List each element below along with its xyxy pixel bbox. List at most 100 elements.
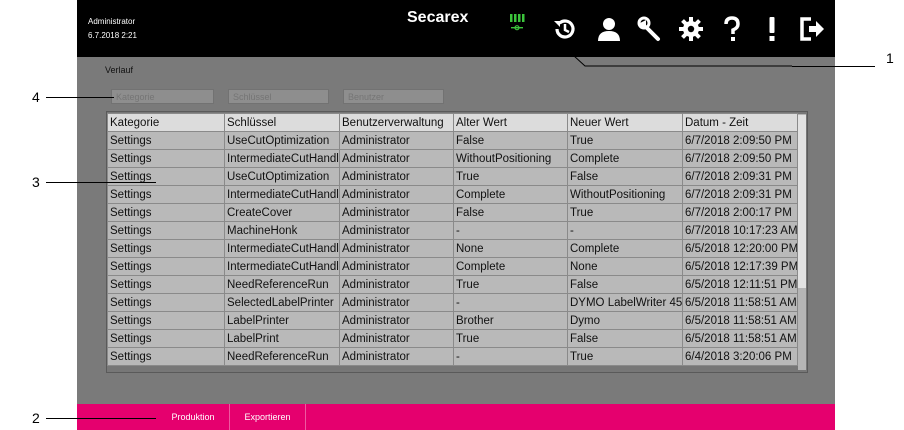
table-row[interactable]: Settings LabelPrinter Administrator Brother… [107, 311, 798, 330]
cell-datum-zeit: 6/5/2018 12:20:00 PM [682, 239, 798, 258]
cell-schluessel: NeedReferenceRun [224, 347, 340, 366]
scrollbar-thumb[interactable] [798, 115, 806, 288]
user-name: Administrator [88, 17, 136, 26]
cell-schluessel: UseCutOptimization [224, 131, 340, 150]
cell-schluessel: IntermediateCutHandling [224, 257, 340, 276]
cell-neuer-wert: False [567, 329, 683, 348]
callout-line-3 [46, 182, 156, 183]
cell-neuer-wert: True [567, 347, 683, 366]
cell-neuer-wert: Dymo [567, 311, 683, 330]
cell-kategorie: Settings [107, 347, 225, 366]
table-header-row: Kategorie Schlüssel Benutzerverwaltung A… [107, 113, 798, 132]
table-row[interactable]: Settings MachineHonk Administrator - -6/7/20… [107, 221, 798, 240]
cell-schluessel: CreateCover [224, 203, 340, 222]
user-info: Administrator 6.7.2018 2:21 [88, 15, 137, 43]
brand-logo: Secarex [407, 9, 469, 26]
cell-schluessel: NeedReferenceRun [224, 275, 340, 294]
column-header-alter-wert[interactable]: Alter Wert [453, 113, 568, 132]
cell-kategorie: Settings [107, 257, 225, 276]
callout-line-2 [46, 418, 156, 419]
table-row[interactable]: Settings CreateCover Administrator False Tru… [107, 203, 798, 222]
history-icon[interactable] [551, 16, 577, 42]
date-time: 6.7.2018 2:21 [88, 31, 137, 40]
cell-alter-wert: False [453, 131, 568, 150]
cell-benutzer: Administrator [339, 239, 454, 258]
column-header-benutzer[interactable]: Benutzerverwaltung [339, 113, 454, 132]
alert-icon[interactable] [759, 16, 785, 42]
gear-icon[interactable] [678, 16, 704, 42]
user-icon[interactable] [596, 16, 622, 42]
cell-benutzer: Administrator [339, 203, 454, 222]
cell-alter-wert: Complete [453, 185, 568, 204]
cell-kategorie: Settings [107, 203, 225, 222]
column-header-schluessel[interactable]: Schlüssel [224, 113, 340, 132]
callout-line-1 [792, 66, 875, 67]
cell-alter-wert: Brother [453, 311, 568, 330]
cell-kategorie: Settings [107, 149, 225, 168]
cell-datum-zeit: 6/7/2018 2:09:31 PM [682, 185, 798, 204]
cell-neuer-wert: None [567, 257, 683, 276]
page-title: Verlauf [105, 65, 134, 75]
cell-schluessel: LabelPrinter [224, 311, 340, 330]
cell-benutzer: Administrator [339, 311, 454, 330]
cell-benutzer: Administrator [339, 293, 454, 312]
cell-schluessel: SelectedLabelPrinter [224, 293, 340, 312]
table-row[interactable]: Settings NeedReferenceRun Administrator Tru… [107, 275, 798, 294]
table-row[interactable]: Settings NeedReferenceRun Administrator - Tr… [107, 347, 798, 366]
key-filter-input[interactable] [228, 89, 329, 104]
table-row[interactable]: Settings UseCutOptimization Administrator T… [107, 167, 798, 186]
cell-neuer-wert: WithoutPositioning [567, 185, 683, 204]
cell-benutzer: Administrator [339, 221, 454, 240]
cell-datum-zeit: 6/7/2018 2:09:50 PM [682, 131, 798, 150]
cell-schluessel: IntermediateCutHandling [224, 185, 340, 204]
cell-benutzer: Administrator [339, 329, 454, 348]
cell-datum-zeit: 6/7/2018 10:17:23 AM [682, 221, 798, 240]
table-row[interactable]: Settings SelectedLabelPrinter Administrato… [107, 293, 798, 312]
cell-schluessel: IntermediateCutHandling [224, 239, 340, 258]
callout-number-1: 1 [886, 50, 894, 66]
cell-benutzer: Administrator [339, 185, 454, 204]
cell-neuer-wert: Complete [567, 239, 683, 258]
cell-alter-wert: None [453, 239, 568, 258]
cell-schluessel: MachineHonk [224, 221, 340, 240]
cell-alter-wert: True [453, 329, 568, 348]
produktion-button[interactable]: Produktion [157, 404, 230, 430]
callout-number-3: 3 [32, 174, 40, 190]
logout-icon[interactable] [799, 16, 825, 42]
cell-kategorie: Settings [107, 185, 225, 204]
cell-alter-wert: - [453, 221, 568, 240]
user-filter-input[interactable] [343, 89, 444, 104]
cell-schluessel: LabelPrint [224, 329, 340, 348]
app-window: Administrator 6.7.2018 2:21 Secarex Verl… [77, 0, 835, 430]
cell-alter-wert: True [453, 167, 568, 186]
cell-kategorie: Settings [107, 239, 225, 258]
cell-kategorie: Settings [107, 275, 225, 294]
column-header-datum-zeit[interactable]: Datum - Zeit [682, 113, 798, 132]
cell-neuer-wert: DYMO LabelWriter 450 [567, 293, 683, 312]
table-row[interactable]: Settings UseCutOptimization Administrator F… [107, 131, 798, 150]
cell-alter-wert: Complete [453, 257, 568, 276]
table-row[interactable]: SettingsIntermediateCutHandlingAdministr… [107, 239, 798, 258]
cell-neuer-wert: True [567, 203, 683, 222]
cell-benutzer: Administrator [339, 131, 454, 150]
history-table: Kategorie Schlüssel Benutzerverwaltung A… [107, 113, 798, 366]
category-filter-input[interactable] [111, 89, 214, 104]
table-row[interactable]: SettingsIntermediateCutHandlingAdministr… [107, 149, 798, 168]
column-header-kategorie[interactable]: Kategorie [107, 113, 225, 132]
cell-alter-wert: - [453, 293, 568, 312]
cell-neuer-wert: False [567, 275, 683, 294]
help-icon[interactable] [719, 16, 745, 42]
exportieren-button[interactable]: Exportieren [230, 404, 306, 430]
wrench-icon[interactable] [637, 16, 663, 42]
cell-datum-zeit: 6/5/2018 12:11:51 PM [682, 275, 798, 294]
table-row[interactable]: SettingsIntermediateCutHandlingAdministr… [107, 257, 798, 276]
cell-kategorie: Settings [107, 311, 225, 330]
cell-neuer-wert: Complete [567, 149, 683, 168]
table-row[interactable]: Settings LabelPrint Administrator True False… [107, 329, 798, 348]
cell-alter-wert: WithoutPositioning [453, 149, 568, 168]
table-row[interactable]: SettingsIntermediateCutHandlingAdministr… [107, 185, 798, 204]
cell-benutzer: Administrator [339, 257, 454, 276]
cell-schluessel: IntermediateCutHandling [224, 149, 340, 168]
column-header-neuer-wert[interactable]: Neuer Wert [567, 113, 683, 132]
cell-alter-wert: True [453, 275, 568, 294]
